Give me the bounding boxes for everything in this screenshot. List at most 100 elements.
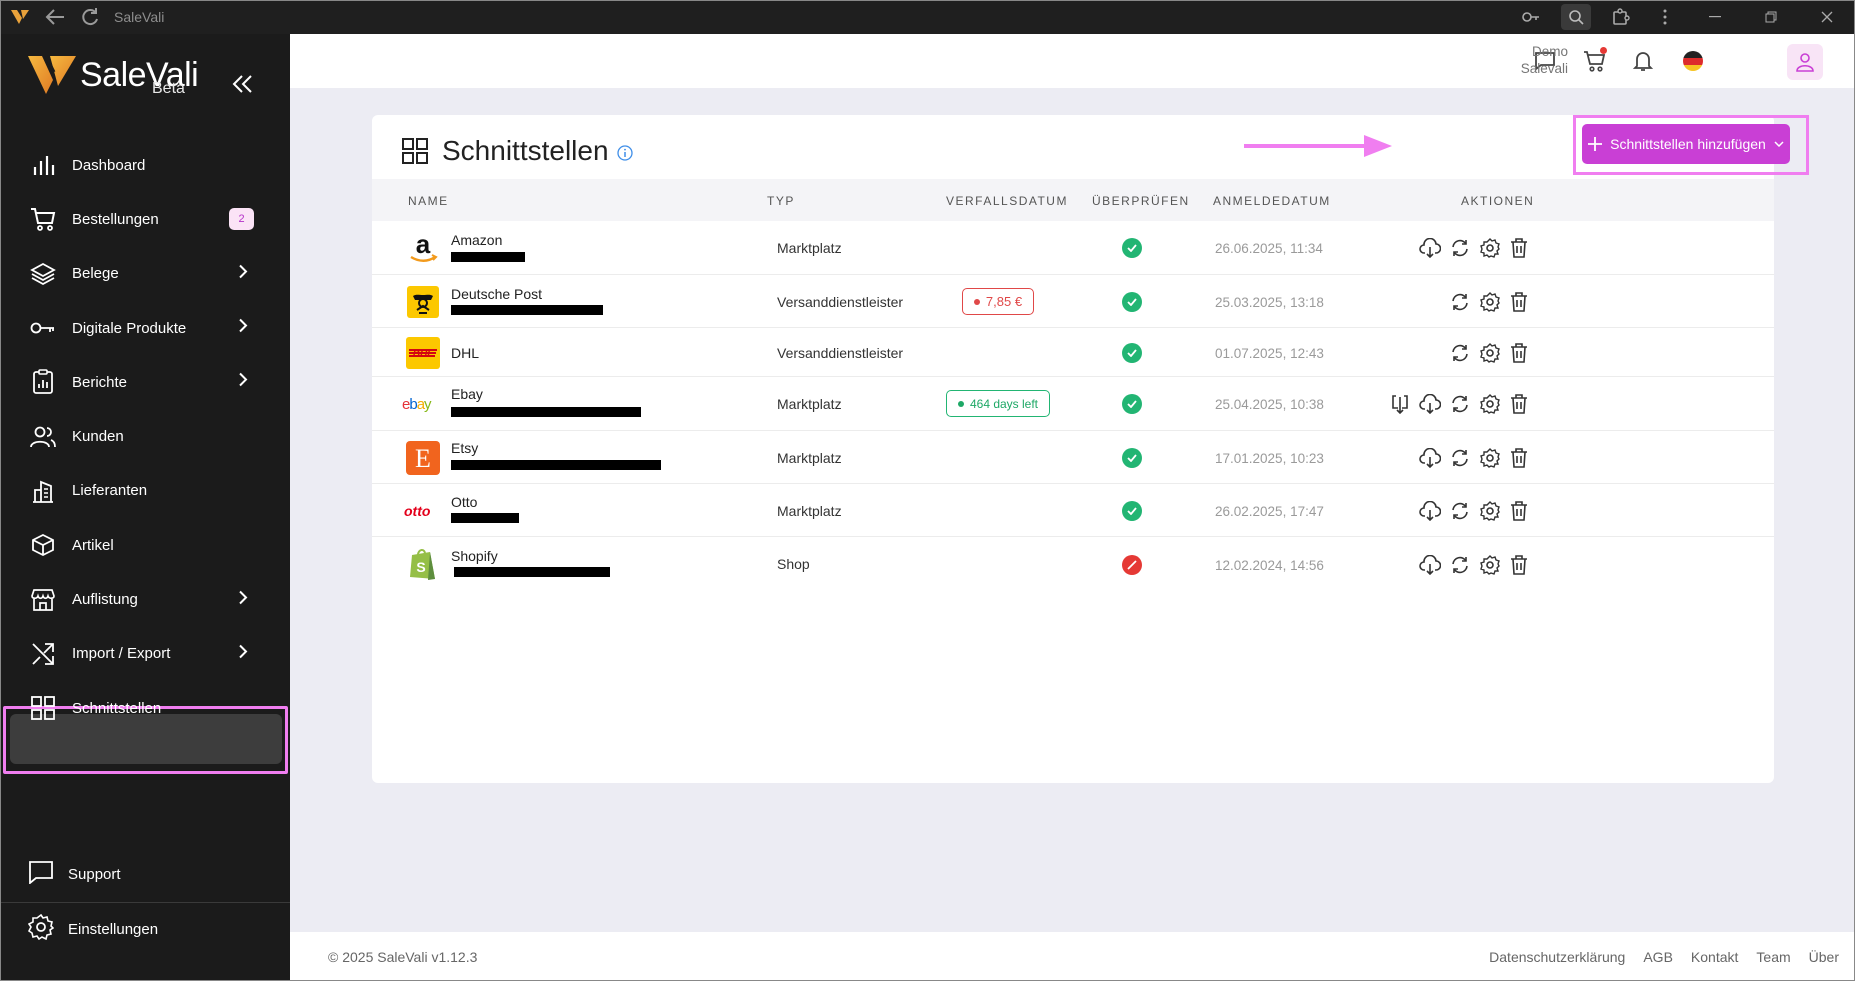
download-icon[interactable] — [1419, 500, 1441, 522]
settings-gear-icon[interactable] — [1479, 237, 1501, 259]
footer-link-team[interactable]: Team — [1756, 949, 1790, 965]
sidebar-item-dashboard[interactable]: Dashboard — [0, 138, 290, 192]
otto-logo-icon: otto — [402, 494, 442, 528]
copyright: © 2025 SaleVali v1.12.3 — [328, 949, 478, 965]
sync-icon[interactable] — [1449, 447, 1471, 469]
table-row[interactable]: DHL DHL Versanddienstleister 01.07.2025,… — [372, 328, 1774, 377]
german-flag-icon[interactable] — [1680, 48, 1706, 74]
sidebar-item-artikel[interactable]: Artikel — [0, 518, 290, 572]
sidebar-item-label: Berichte — [72, 373, 128, 391]
sidebar-item-label: Import / Export — [72, 645, 171, 663]
refresh-icon[interactable] — [80, 7, 100, 27]
column-header-typ[interactable]: TYP — [767, 194, 795, 208]
sync-icon[interactable] — [1449, 237, 1471, 259]
extension-icon[interactable] — [1599, 0, 1643, 34]
column-header-verfallsdatum[interactable]: VERFALLSDATUM — [946, 194, 1068, 208]
sidebar-item-belege[interactable]: Belege — [0, 247, 290, 301]
footer-link-ueber[interactable]: Über — [1809, 949, 1839, 965]
close-icon[interactable] — [1799, 0, 1855, 34]
trash-icon[interactable] — [1508, 554, 1530, 576]
grid-icon — [28, 693, 58, 723]
sidebar-item-auflistung[interactable]: Auflistung — [0, 572, 290, 626]
settings-gear-icon[interactable] — [1479, 393, 1501, 415]
sidebar-item-bestellungen[interactable]: Bestellungen 2 — [0, 192, 290, 246]
sidebar-item-berichte[interactable]: Berichte — [0, 355, 290, 409]
sidebar-item-digitale-produkte[interactable]: Digitale Produkte — [0, 301, 290, 355]
sidebar-item-lieferanten[interactable]: Lieferanten — [0, 464, 290, 518]
collapse-sidebar-icon[interactable] — [232, 74, 254, 99]
restore-icon[interactable] — [1743, 0, 1799, 34]
table-row[interactable]: ebay Ebay Marktplatz 464 days left 25.04… — [372, 377, 1774, 431]
minimize-icon[interactable] — [1687, 0, 1743, 34]
login-date: 12.02.2024, 14:56 — [1215, 558, 1324, 573]
sidebar-item-einstellungen[interactable]: Einstellungen — [0, 902, 290, 956]
import-icon[interactable] — [1389, 393, 1411, 415]
bell-icon[interactable] — [1630, 48, 1656, 74]
trash-icon[interactable] — [1508, 500, 1530, 522]
sidebar-item-import-export[interactable]: Import / Export — [0, 627, 290, 681]
sync-icon[interactable] — [1449, 554, 1471, 576]
user-name[interactable]: Demo Salevali — [1460, 43, 1568, 77]
sidebar-item-schnittstellen[interactable]: Schnittstellen — [0, 681, 290, 735]
table-row[interactable]: S Shopify Shop 12.02.2024, 14:56 — [372, 537, 1774, 591]
sync-icon[interactable] — [1449, 393, 1471, 415]
column-header-name[interactable]: NAME — [408, 194, 449, 208]
sync-icon[interactable] — [1449, 291, 1471, 313]
cart-icon[interactable] — [1582, 47, 1608, 74]
red-dot-icon — [973, 298, 980, 305]
download-icon[interactable] — [1419, 447, 1441, 469]
interface-name: Etsy — [451, 440, 479, 456]
back-arrow-icon[interactable] — [44, 8, 66, 26]
trash-icon[interactable] — [1508, 447, 1530, 469]
table-row[interactable]: Deutsche Post Versanddienstleister 7,85 … — [372, 275, 1774, 328]
grid-icon — [402, 138, 428, 164]
expiry-cost-badge: 7,85 € — [962, 288, 1034, 315]
settings-gear-icon[interactable] — [1479, 342, 1501, 364]
table-row[interactable]: otto Otto Marktplatz 26.02.2025, 17:47 — [372, 484, 1774, 537]
chevron-down-icon — [1774, 141, 1784, 147]
download-icon[interactable] — [1419, 237, 1441, 259]
trash-icon[interactable] — [1508, 237, 1530, 259]
interface-type: Versanddienstleister — [777, 345, 904, 361]
interface-type: Versanddienstleister — [777, 294, 904, 310]
settings-gear-icon[interactable] — [1479, 291, 1501, 313]
settings-gear-icon[interactable] — [1479, 554, 1501, 576]
interface-type: Shop — [777, 556, 810, 572]
column-header-anmeldedatum[interactable]: ANMELDEDATUM — [1213, 194, 1331, 208]
svg-text:E: E — [415, 444, 431, 473]
etsy-logo-icon: E — [406, 441, 440, 475]
zoom-icon[interactable] — [1561, 4, 1591, 30]
footer-link-kontakt[interactable]: Kontakt — [1691, 949, 1738, 965]
store-icon — [28, 585, 58, 615]
sidebar-item-kunden[interactable]: Kunden — [0, 409, 290, 463]
interfaces-card: Schnittstellen Schnittstellen hinzufügen… — [372, 115, 1809, 783]
settings-gear-icon[interactable] — [1479, 500, 1501, 522]
main-area: Demo Salevali Schnittstellen Schnittstel… — [290, 34, 1855, 981]
settings-gear-icon[interactable] — [1479, 447, 1501, 469]
table-row[interactable]: E Etsy Marktplatz 17.01.2025, 10:23 — [372, 431, 1774, 484]
info-icon[interactable] — [616, 145, 633, 161]
gear-icon — [27, 913, 55, 945]
table-row[interactable]: a Amazon Marktplatz 26.06.2025, 11:34 — [372, 221, 1774, 275]
report-icon — [28, 367, 58, 397]
trash-icon[interactable] — [1508, 342, 1530, 364]
sidebar-item-label: Artikel — [72, 536, 114, 554]
dhl-logo-icon: DHL — [406, 336, 440, 370]
download-icon[interactable] — [1419, 393, 1441, 415]
avatar[interactable] — [1787, 44, 1823, 80]
status-ok-icon — [1122, 238, 1142, 258]
key-icon[interactable] — [1509, 0, 1553, 34]
add-interface-button[interactable]: Schnittstellen hinzufügen — [1582, 124, 1790, 164]
sidebar-item-support[interactable]: Support — [0, 848, 290, 900]
salevali-logo-icon — [28, 55, 76, 94]
trash-icon[interactable] — [1508, 393, 1530, 415]
sync-icon[interactable] — [1449, 342, 1471, 364]
download-icon[interactable] — [1419, 554, 1441, 576]
footer-link-datenschutz[interactable]: Datenschutzerklärung — [1489, 949, 1625, 965]
more-menu-icon[interactable] — [1643, 0, 1687, 34]
sidebar-item-label: Lieferanten — [72, 482, 148, 500]
trash-icon[interactable] — [1508, 291, 1530, 313]
column-header-ueberpruefen[interactable]: ÜBERPRÜFEN — [1092, 194, 1190, 208]
sync-icon[interactable] — [1449, 500, 1471, 522]
footer-link-agb[interactable]: AGB — [1643, 949, 1673, 965]
